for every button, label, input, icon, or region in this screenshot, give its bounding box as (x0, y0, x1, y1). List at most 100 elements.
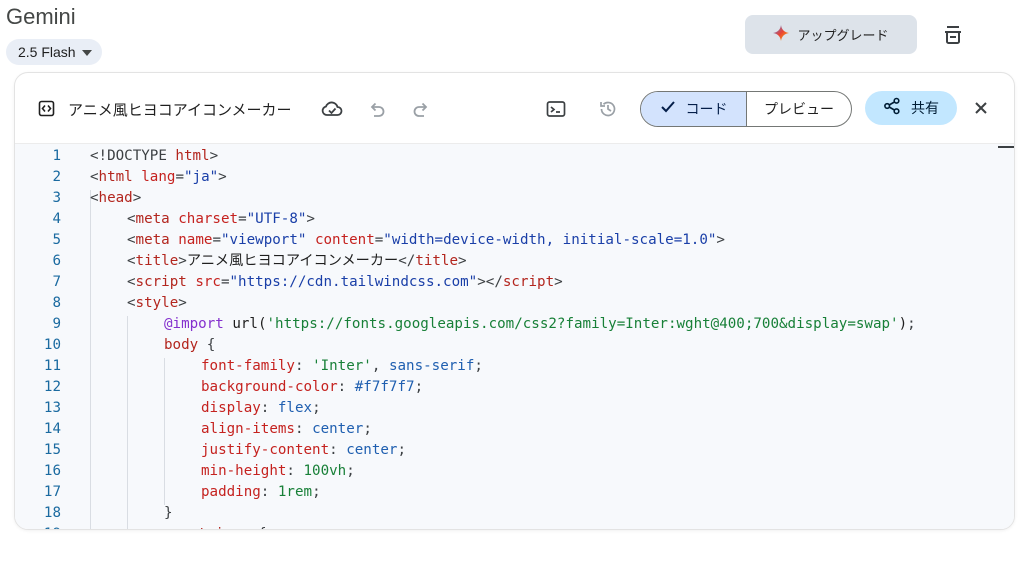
model-label: 2.5 Flash (18, 44, 76, 60)
code-token: "https://cdn.tailwindcss.com" (229, 274, 478, 290)
code-token: title (135, 253, 179, 269)
line-number: 18 (43, 505, 61, 521)
code-token: = (175, 169, 184, 185)
code-text: align-items: center; (201, 419, 372, 440)
line-number: 2 (52, 169, 61, 185)
code-token: < (127, 295, 136, 311)
code-token: title (415, 253, 459, 269)
line-number: 15 (43, 442, 61, 458)
code-token: justify-content (201, 442, 330, 458)
code-token: #f7f7f7 (354, 379, 415, 395)
code-doc-icon (38, 100, 55, 121)
code-token: center (346, 442, 398, 458)
code-token: = (220, 274, 230, 290)
code-text: font-family: 'Inter', sans-serif; (201, 356, 483, 377)
code-token: < (90, 190, 99, 206)
code-line: 15 justify-content: center; (15, 440, 1014, 461)
code-token: <!DOCTYPE (90, 148, 176, 164)
code-text: <style> (127, 293, 187, 314)
code-token: ; (907, 316, 916, 332)
upgrade-button[interactable]: アップグレード (745, 15, 917, 54)
code-line: 6 <title>アニメ風ヒヨコアイコンメーカー</title> (15, 251, 1014, 272)
code-text: @import url('https://fonts.googleapis.co… (164, 314, 916, 335)
code-token: = (238, 211, 247, 227)
code-token: name (178, 232, 213, 248)
undo-icon[interactable] (366, 98, 388, 120)
code-token: display (201, 400, 261, 416)
line-number: 8 (52, 295, 61, 311)
code-token: 'https://fonts.googleapis.com/css2?famil… (266, 316, 899, 332)
delete-icon[interactable] (940, 22, 966, 48)
code-token: : (294, 358, 313, 374)
code-line: 12 background-color: #f7f7f7; (15, 377, 1014, 398)
line-number: 4 (52, 211, 61, 227)
line-number: 13 (43, 400, 61, 416)
code-token: center (312, 421, 364, 437)
line-number: 3 (52, 190, 61, 206)
tab-code[interactable]: コード (641, 92, 747, 126)
code-token: > (458, 253, 467, 269)
close-icon[interactable] (970, 97, 992, 119)
code-token: > (178, 253, 187, 269)
code-text: <head> (90, 188, 141, 209)
code-text: display: flex; (201, 398, 321, 419)
code-line: 8 <style> (15, 293, 1014, 314)
line-number: 14 (43, 421, 61, 437)
code-editor[interactable]: 1 <!DOCTYPE html> 2 <html lang="ja"> 3 <head>… (15, 144, 1014, 529)
line-number: 7 (52, 274, 61, 290)
code-token: "width=device-width, initial-scale=1.0" (383, 232, 717, 248)
code-token: < (127, 253, 136, 269)
redo-icon[interactable] (410, 98, 432, 120)
code-token: : (286, 463, 304, 479)
code-token: } (164, 505, 173, 521)
code-token: lang (141, 169, 176, 185)
canvas-panel: アニメ風ヒヨコアイコンメーカー コード プレビュー 共有 1 <!DOCTYPE… (14, 72, 1015, 530)
code-token: padding (201, 484, 261, 500)
code-token: : (260, 484, 278, 500)
code-line: 1 <!DOCTYPE html> (15, 146, 1014, 167)
terminal-icon[interactable] (545, 98, 567, 120)
code-token: meta (135, 232, 170, 248)
code-token: "viewport" (220, 232, 307, 248)
code-token: "ja" (183, 169, 219, 185)
line-number: 9 (52, 316, 61, 332)
code-line: 5 <meta name="viewport" content="width=de… (15, 230, 1014, 251)
sparkle-icon (773, 24, 790, 45)
cloud-sync-icon[interactable] (321, 98, 343, 120)
code-line: 10 body { (15, 335, 1014, 356)
code-line: 14 align-items: center; (15, 419, 1014, 440)
code-token: > (209, 148, 219, 164)
code-token: background-color (201, 379, 338, 395)
model-selector[interactable]: 2.5 Flash (6, 39, 102, 65)
share-label: 共有 (911, 101, 939, 117)
code-preview-toggle: コード プレビュー (640, 91, 852, 127)
code-token: > (178, 295, 187, 311)
code-token: align-items (201, 421, 295, 437)
tab-code-label: コード (685, 102, 728, 118)
code-text: <meta name="viewport" content="width=dev… (127, 230, 725, 251)
code-token: meta (135, 211, 170, 227)
code-token: .container (164, 526, 249, 529)
code-token: content (314, 232, 375, 248)
share-button[interactable]: 共有 (865, 91, 957, 125)
code-token: ; (397, 442, 407, 458)
code-token: : (329, 442, 347, 458)
code-token: { (249, 526, 267, 529)
code-token: ; (363, 421, 372, 437)
code-line: 7 <script src="https://cdn.tailwindcss.co… (15, 272, 1014, 293)
code-token: < (127, 232, 136, 248)
code-line: 16 min-height: 100vh; (15, 461, 1014, 482)
code-token: font-family (201, 358, 295, 374)
tab-preview[interactable]: プレビュー (747, 92, 851, 126)
code-token: "UTF-8" (246, 211, 307, 227)
canvas-toolbar: アニメ風ヒヨコアイコンメーカー コード プレビュー 共有 (15, 73, 1014, 144)
code-token: > (132, 190, 142, 206)
code-token: style (135, 295, 179, 311)
code-line: 19 .container { (15, 524, 1014, 529)
history-icon[interactable] (597, 98, 619, 120)
code-text: padding: 1rem; (201, 482, 321, 503)
line-number: 12 (43, 379, 61, 395)
